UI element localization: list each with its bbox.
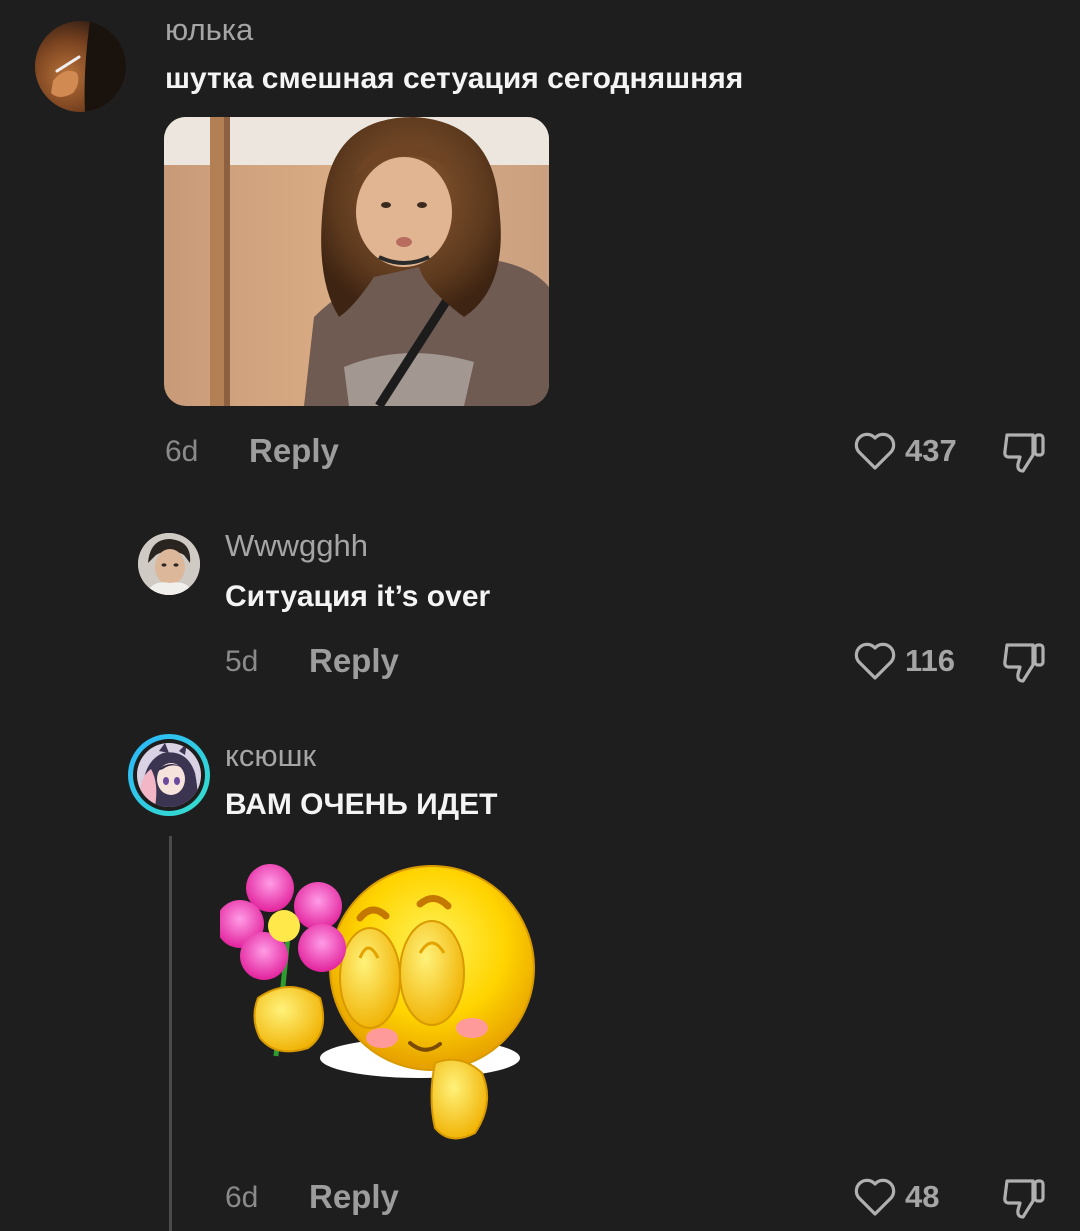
comment-time: 5d (225, 645, 259, 678)
comment-photo[interactable] (164, 117, 549, 406)
comment-sticker[interactable] (216, 848, 540, 1148)
thumbs-down-icon (1003, 643, 1045, 683)
comment-text: ВАМ ОЧЕНЬ ИДЕТ (225, 788, 498, 821)
like-button[interactable]: 48 (853, 1177, 939, 1217)
avatar-yulka[interactable] (35, 21, 126, 112)
like-count: 116 (905, 643, 956, 678)
dislike-button[interactable] (1001, 641, 1047, 690)
like-count: 437 (905, 433, 957, 468)
comment-text: Ситуация it’s over (225, 580, 491, 613)
like-count: 48 (905, 1179, 940, 1214)
thread-line (169, 836, 172, 1231)
heart-icon (854, 432, 896, 470)
heart-icon (854, 642, 896, 680)
reply-button[interactable]: Reply (309, 1178, 399, 1216)
comment-username[interactable]: ксюшк (225, 738, 316, 774)
reply-button[interactable]: Reply (249, 432, 339, 470)
selfie-photo-icon (164, 117, 549, 406)
anime-girl-icon (137, 743, 201, 807)
comment-username[interactable]: юлька (165, 12, 253, 48)
thumbs-down-icon (1003, 433, 1045, 473)
dislike-button[interactable] (1001, 431, 1047, 480)
smiley-with-flower-icon (216, 864, 535, 1140)
comment-time: 6d (165, 435, 199, 468)
like-button[interactable]: 437 (853, 431, 957, 471)
heart-icon (854, 1178, 896, 1216)
thumbs-down-icon (1003, 1179, 1045, 1219)
man-portrait-icon (138, 533, 200, 595)
reply-button[interactable]: Reply (309, 642, 399, 680)
comment-time: 6d (225, 1181, 259, 1214)
avatar-ksyushk[interactable] (128, 734, 210, 816)
avatar-wwwgghh[interactable] (138, 533, 200, 595)
dislike-button[interactable] (1001, 1177, 1047, 1226)
comment-username[interactable]: Wwwgghh (225, 528, 368, 564)
hand-with-cigarette-icon (35, 21, 126, 112)
comment-text: шутка смешная сетуация сегодняшняя (165, 62, 744, 95)
like-button[interactable]: 116 (853, 641, 955, 681)
